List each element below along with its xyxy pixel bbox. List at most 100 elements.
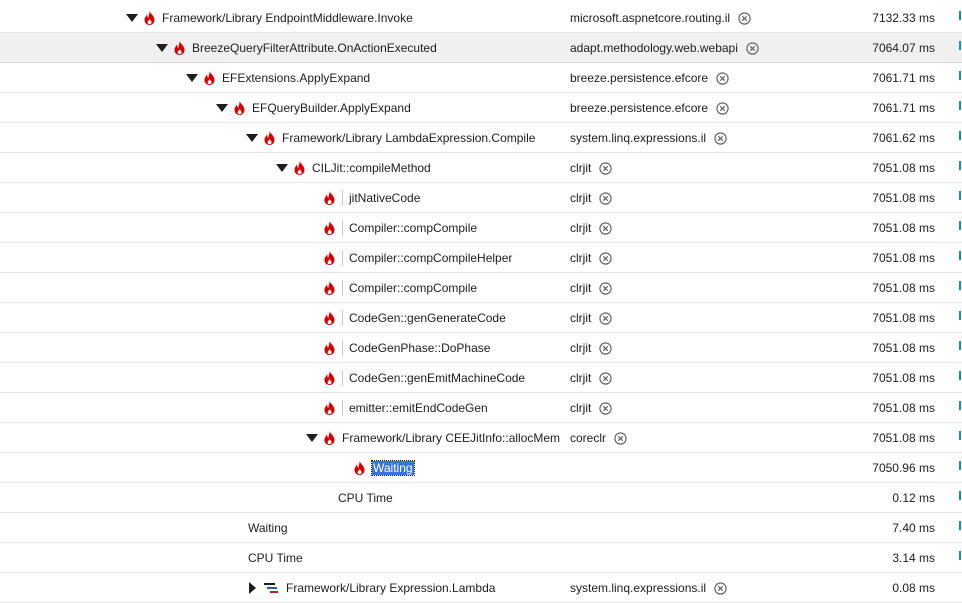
time-cell: 7050.96 ms [872,461,935,475]
call-tree: Framework/Library EndpointMiddleware.Inv… [0,0,962,603]
tree-row[interactable]: CPU Time 0.12 ms [0,483,962,513]
edge-marker [959,191,961,200]
flame-icon [144,11,156,25]
module-cell: clrjit [570,303,612,333]
flame-icon [324,191,336,205]
function-name: CPU Time [248,551,303,565]
function-cell: EFExtensions.ApplyExpand [184,63,370,93]
module-name: clrjit [570,311,592,325]
separator [342,220,343,236]
separator [342,340,343,356]
circle-x-icon[interactable] [716,101,729,115]
flame-icon [174,41,186,55]
expand-toggle[interactable] [214,93,230,123]
tree-row[interactable]: Waiting 7.40 ms [0,513,962,543]
function-cell: jitNativeCode [324,183,420,213]
module-cell: microsoft.aspnetcore.routing.il [570,3,751,33]
triangle-right-icon [248,582,256,594]
flame-icon [324,311,336,325]
edge-marker [959,131,961,140]
module-cell: clrjit [570,333,612,363]
separator [342,370,343,386]
tree-row[interactable]: Waiting 7050.96 ms [0,453,962,483]
module-name: clrjit [570,371,592,385]
triangle-down-icon [246,134,258,142]
function-cell: CPU Time [248,543,303,573]
function-cell: EFQueryBuilder.ApplyExpand [214,93,411,123]
module-cell: adapt.methodology.web.webapi [570,33,759,63]
circle-x-icon[interactable] [599,401,612,415]
function-cell: Framework/Library EndpointMiddleware.Inv… [124,3,413,33]
collapse-toggle[interactable] [244,573,260,603]
tree-row[interactable]: Framework/Library LambdaExpression.Compi… [0,123,962,153]
tree-row[interactable]: Compiler::compCompile clrjit 7051.08 ms [0,273,962,303]
circle-x-icon[interactable] [599,161,612,175]
function-name: Framework/Library EndpointMiddleware.Inv… [162,11,413,25]
function-name: jitNativeCode [349,191,421,205]
module-name: clrjit [570,281,592,295]
circle-x-icon[interactable] [599,281,612,295]
expand-toggle[interactable] [124,3,140,33]
circle-x-icon[interactable] [614,431,627,445]
function-cell: Waiting [354,453,415,483]
expand-toggle[interactable] [274,153,290,183]
function-cell: CodeGen::genEmitMachineCode [324,363,525,393]
tree-row[interactable]: CILJit::compileMethod clrjit 7051.08 ms [0,153,962,183]
edge-marker [959,311,961,320]
function-name: CPU Time [338,491,393,505]
flame-icon [324,221,336,235]
function-cell: CILJit::compileMethod [274,153,431,183]
tree-row[interactable]: BreezeQueryFilterAttribute.OnActionExecu… [0,33,962,63]
module-name: system.linq.expressions.il [570,581,707,595]
time-cell: 7132.33 ms [872,11,935,25]
expand-toggle[interactable] [244,123,260,153]
tree-row[interactable]: EFExtensions.ApplyExpand breeze.persisten… [0,63,962,93]
tree-row[interactable]: Compiler::compCompile clrjit 7051.08 ms [0,213,962,243]
expand-toggle[interactable] [304,423,320,453]
edge-marker [959,401,961,410]
time-cell: 7051.08 ms [872,431,935,445]
circle-x-icon[interactable] [716,71,729,85]
time-cell: 7051.08 ms [872,221,935,235]
function-name: emitter::emitEndCodeGen [349,401,488,415]
tree-row[interactable]: CPU Time 3.14 ms [0,543,962,573]
circle-x-icon[interactable] [599,251,612,265]
triangle-down-icon [156,44,168,52]
circle-x-icon[interactable] [599,311,612,325]
circle-x-icon[interactable] [714,581,727,595]
tree-row[interactable]: Framework/Library CEEJitInfo::allocMem co… [0,423,962,453]
module-cell: clrjit [570,153,612,183]
circle-x-icon[interactable] [746,41,759,55]
edge-marker [959,341,961,350]
triangle-down-icon [276,164,288,172]
tree-row[interactable]: Framework/Library Expression.Lambda syste… [0,573,962,603]
separator [342,280,343,296]
circle-x-icon[interactable] [738,11,751,25]
time-cell: 7.40 ms [892,521,935,535]
circle-x-icon[interactable] [599,191,612,205]
tree-row[interactable]: Compiler::compCompileHelper clrjit 7051.08… [0,243,962,273]
circle-x-icon[interactable] [714,131,727,145]
time-cell: 0.12 ms [892,491,935,505]
tree-row[interactable]: emitter::emitEndCodeGen clrjit 7051.08 ms [0,393,962,423]
function-cell: emitter::emitEndCodeGen [324,393,488,423]
circle-x-icon[interactable] [599,371,612,385]
expand-toggle[interactable] [154,33,170,63]
function-name: CodeGen::genEmitMachineCode [349,371,526,385]
circle-x-icon[interactable] [599,341,612,355]
flame-icon [354,461,366,475]
tree-row[interactable]: jitNativeCode clrjit 7051.08 ms [0,183,962,213]
function-name: CILJit::compileMethod [312,161,431,175]
module-cell: clrjit [570,393,612,423]
function-name: Waiting [371,460,415,476]
tree-row[interactable]: Framework/Library EndpointMiddleware.Inv… [0,3,962,33]
tree-row[interactable]: CodeGen::genEmitMachineCode clrjit 7051.08… [0,363,962,393]
flame-icon [324,251,336,265]
expand-toggle[interactable] [184,63,200,93]
tree-row[interactable]: CodeGen::genGenerateCode clrjit 7051.08 ms [0,303,962,333]
circle-x-icon[interactable] [599,221,612,235]
tree-row[interactable]: CodeGenPhase::DoPhase clrjit 7051.08 ms [0,333,962,363]
edge-marker [959,251,961,260]
function-name: EFExtensions.ApplyExpand [222,71,371,85]
tree-row[interactable]: EFQueryBuilder.ApplyExpand breeze.persist… [0,93,962,123]
